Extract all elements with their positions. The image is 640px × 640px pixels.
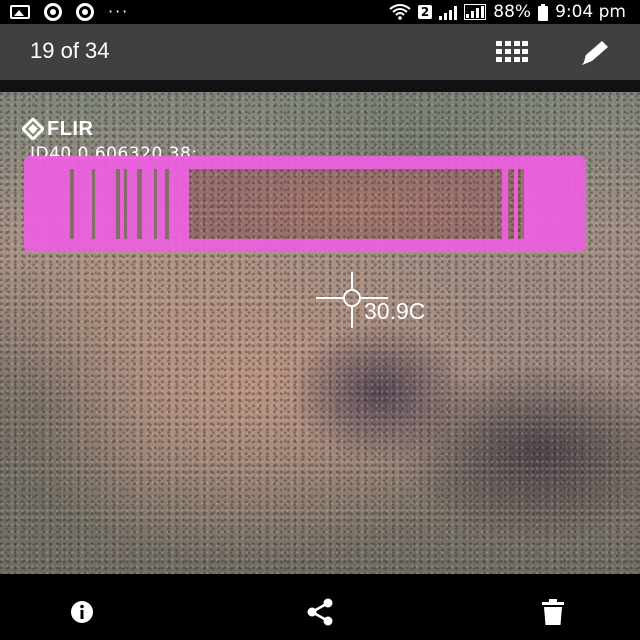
- bottom-action-bar: [0, 574, 640, 640]
- network-badge: 2: [417, 5, 433, 19]
- status-system: 2 88% 9:04 pm: [389, 0, 626, 24]
- barcode-gap: [154, 169, 157, 239]
- pencil-icon: [582, 41, 608, 65]
- barcode-stripe: [502, 169, 508, 239]
- barcode-gap: [137, 169, 142, 239]
- delete-icon: [542, 599, 564, 625]
- flir-logo: FLIR: [22, 118, 93, 140]
- clock: 9:04 pm: [555, 2, 626, 22]
- flir-brand-text: FLIR: [47, 117, 94, 140]
- overflow-indicator: ···: [108, 2, 130, 21]
- barcode-overlay: [24, 156, 586, 252]
- signal-icon: [439, 4, 458, 20]
- barcode-window: [189, 169, 526, 239]
- info-button[interactable]: [68, 598, 96, 626]
- barcode-stripe: [524, 169, 529, 239]
- app-bar: 19 of 34: [0, 24, 640, 80]
- page-title: 19 of 34: [30, 38, 110, 63]
- grid-icon: [496, 41, 528, 62]
- barcode-gap: [124, 169, 127, 239]
- share-icon: [307, 598, 333, 626]
- wifi-icon: [389, 4, 411, 20]
- flir-diamond-icon: [22, 118, 44, 140]
- delete-button[interactable]: [540, 598, 568, 626]
- thermal-image: FLIR ID40 0.606320 38: 30.9C: [0, 92, 640, 574]
- chrome-icon: [44, 3, 62, 21]
- share-button[interactable]: [304, 598, 333, 626]
- barcode-gap: [70, 169, 74, 239]
- edit-button[interactable]: [580, 38, 612, 66]
- chrome-icon: [76, 3, 94, 21]
- status-bar: ··· 2 88% 9:04 pm: [0, 0, 640, 24]
- status-notifications: ···: [10, 2, 129, 22]
- battery-icon: [538, 3, 549, 21]
- spot-temperature: 30.9C: [364, 298, 426, 324]
- photo-viewer[interactable]: FLIR ID40 0.606320 38: 30.9C: [0, 80, 640, 574]
- barcode-stripe: [514, 169, 518, 239]
- barcode-gap: [92, 169, 95, 239]
- grid-view-button[interactable]: [496, 41, 528, 63]
- image-notification-icon: [10, 5, 30, 19]
- barcode-gap: [116, 169, 120, 239]
- info-icon: [71, 601, 93, 623]
- signal-icon: [464, 4, 487, 20]
- barcode-gap: [165, 169, 169, 239]
- battery-level: 88%: [493, 2, 532, 22]
